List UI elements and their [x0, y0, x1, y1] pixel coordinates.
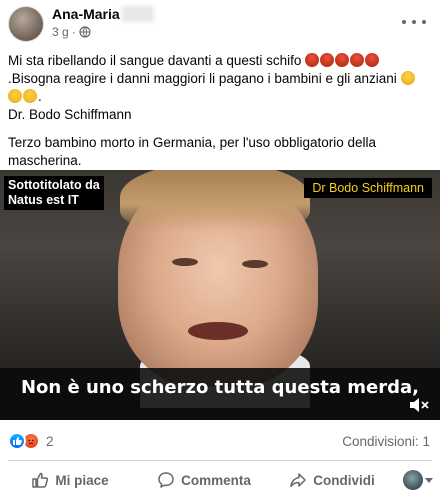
author-name-text[interactable]: Ana-Maria [52, 6, 120, 22]
post-text-line-3: Dr. Bodo Schiffmann [8, 107, 132, 122]
post-text-line-2-text: .Bisogna reagire i danni maggiori li pag… [8, 71, 397, 86]
angry-emoji-icon [305, 53, 320, 67]
comment-icon [158, 472, 174, 488]
post-time[interactable]: 3 g [52, 25, 69, 39]
angry-emoji-icon [320, 53, 335, 67]
share-button-label: Condividi [313, 472, 375, 488]
subtitle-credit-line-2: Natus est IT [8, 193, 79, 207]
like-button[interactable]: Mi piace [0, 471, 140, 489]
angry-emoji-icon [365, 53, 380, 67]
sad-emoji-icon [23, 89, 37, 103]
video-eye-right [242, 260, 268, 268]
subtitle-credit-line-1: Sottotitolato da [8, 178, 100, 192]
sad-emoji-icon [8, 89, 22, 103]
author-name[interactable]: Ana-Maria [52, 6, 154, 22]
like-icon [32, 472, 49, 488]
like-reaction-icon [8, 432, 26, 450]
video-eye-left [172, 258, 198, 266]
post-text-line-1: Mi sta ribellando il sangue davanti a qu… [8, 52, 432, 70]
post-text-emoji-line: . [8, 88, 432, 106]
share-button[interactable]: Condividi [268, 471, 396, 489]
meta-separator: · [71, 25, 76, 39]
video-player[interactable]: Sottotitolato da Natus est IT Dr Bodo Sc… [0, 170, 440, 420]
author-avatar[interactable] [8, 6, 44, 42]
angry-emoji-icon [350, 53, 365, 67]
post-header: Ana-Maria 3 g · [0, 0, 440, 44]
share-icon [290, 473, 306, 488]
author-name-redaction [121, 6, 154, 22]
video-mouth [188, 322, 248, 340]
post-text-line-1-text: Mi sta ribellando il sangue davanti a qu… [8, 53, 302, 68]
comment-button-label: Commenta [181, 472, 251, 488]
reactions-summary[interactable]: 2 [8, 432, 54, 450]
subtitle-credit: Sottotitolato da Natus est IT [4, 176, 104, 210]
reaction-count[interactable]: 2 [46, 434, 54, 449]
more-icon[interactable] [402, 14, 426, 30]
share-count[interactable]: Condivisioni: 1 [342, 434, 430, 449]
avatar [403, 470, 423, 490]
comment-button[interactable]: Commenta [140, 471, 268, 489]
post-text: Mi sta ribellando il sangue davanti a qu… [8, 52, 432, 170]
action-divider [8, 460, 432, 461]
globe-icon [79, 26, 91, 38]
angry-emoji-icon [335, 53, 350, 67]
video-caption: Non è uno scherzo tutta questa merda, [20, 377, 420, 398]
mute-icon[interactable] [408, 397, 430, 413]
post-actions: Mi piace Commenta Condividi [0, 463, 440, 497]
video-hair [120, 170, 310, 232]
post-text-line-4: Terzo bambino morto in Germania, per l'u… [8, 135, 377, 168]
speaker-name-label: Dr Bodo Schiffmann [304, 178, 432, 198]
reaction-identity-switcher[interactable] [396, 470, 440, 490]
like-button-label: Mi piace [55, 472, 109, 488]
chevron-down-icon [425, 477, 433, 483]
post-meta: 3 g · [52, 25, 91, 39]
sad-emoji-icon [400, 71, 415, 85]
post-text-line-2: .Bisogna reagire i danni maggiori li pag… [8, 70, 432, 88]
